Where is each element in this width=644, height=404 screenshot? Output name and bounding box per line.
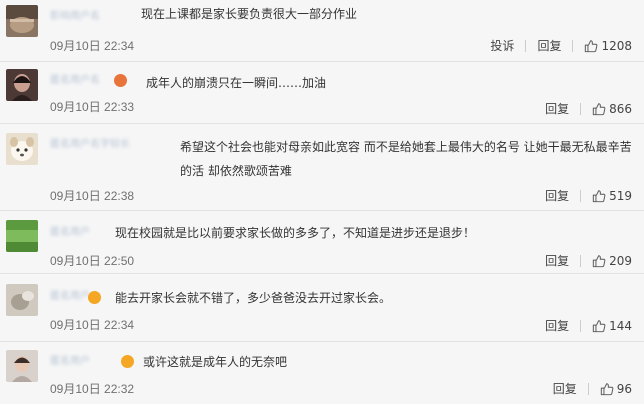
thumbs-up-icon [600, 382, 614, 395]
comment-actions: 回复 209 [545, 252, 632, 269]
thumbs-up-icon [592, 189, 606, 202]
timestamp: 09月10日 22:50 [50, 254, 135, 268]
reply-button[interactable]: 回复 [545, 100, 569, 117]
comment-item: 匿名用户 现在校园就是比以前要求家长做的多多了，不知道是进步还是退步！ 09月1… [0, 211, 644, 274]
username[interactable]: 匿名用户名 [50, 74, 100, 88]
like-count: 519 [609, 188, 632, 203]
like-button[interactable]: 144 [592, 319, 632, 333]
timestamp: 09月10日 22:38 [50, 189, 135, 203]
divider [587, 382, 589, 395]
comment-item: 匿名用户 能去开家长会就不错了，多少爸爸没去开过家长会。 09月10日 22:3… [0, 274, 644, 342]
comment-text: 现在上课都是家长要负责很大一部分作业 [141, 7, 358, 21]
username[interactable]: 匿名用户名字较长 [50, 138, 130, 152]
level-badge-icon [88, 291, 101, 304]
reply-button[interactable]: 回复 [545, 252, 569, 269]
avatar[interactable] [6, 5, 38, 37]
comment-actions: 回复 144 [545, 317, 632, 334]
comment-text: 能去开家长会就不错了，多少爸爸没去开过家长会。 [115, 291, 392, 305]
divider [580, 102, 582, 115]
avatar[interactable] [6, 350, 38, 382]
like-count: 209 [609, 253, 632, 268]
timestamp: 09月10日 22:34 [50, 39, 135, 53]
like-button[interactable]: 96 [600, 382, 632, 396]
like-count: 144 [609, 318, 632, 333]
like-count: 96 [616, 381, 632, 396]
reply-button[interactable]: 回复 [537, 37, 561, 54]
reply-button[interactable]: 回复 [545, 187, 569, 204]
timestamp: 09月10日 22:34 [50, 318, 135, 332]
level-badge-icon [114, 74, 127, 87]
comment-text: 希望这个社会也能对母亲如此宽容 而不是给她套上最伟大的名号 让她干最无私最辛苦的… [180, 140, 632, 178]
thumbs-up-icon [592, 319, 606, 332]
timestamp: 09月10日 22:33 [50, 100, 135, 114]
avatar[interactable] [6, 133, 38, 165]
thumbs-up-icon [585, 39, 598, 52]
thumbs-up-icon [592, 102, 606, 115]
comment-item: 匿名用户 或许这就是成年人的无奈吧 09月10日 22:32 回复 96 [0, 342, 644, 404]
username[interactable]: 匿名用户 [50, 290, 90, 304]
avatar[interactable] [6, 284, 38, 316]
divider [580, 254, 582, 267]
comment-item: 影响用户名 现在上课都是家长要负责很大一部分作业 09月10日 22:34 投诉… [0, 0, 644, 62]
like-count: 1208 [601, 38, 632, 53]
timestamp: 09月10日 22:32 [50, 382, 135, 396]
comment-item: 匿名用户名字较长 希望这个社会也能对母亲如此宽容 而不是给她套上最伟大的名号 让… [0, 124, 644, 211]
avatar[interactable] [6, 220, 38, 252]
divider [572, 39, 574, 52]
like-button[interactable]: 519 [592, 189, 632, 203]
comment-text: 现在校园就是比以前要求家长做的多多了，不知道是进步还是退步！ [115, 226, 476, 240]
comment-list: 影响用户名 现在上课都是家长要负责很大一部分作业 09月10日 22:34 投诉… [0, 0, 644, 404]
divider [525, 39, 527, 52]
comment-text: 成年人的崩溃只在一瞬间……加油 [146, 76, 327, 90]
comment-text: 或许这就是成年人的无奈吧 [143, 355, 288, 369]
thumbs-up-icon [592, 254, 606, 267]
divider [580, 319, 582, 332]
comment-item: 匿名用户名 成年人的崩溃只在一瞬间……加油 09月10日 22:33 回复 86… [0, 62, 644, 124]
comment-actions: 投诉 回复 1208 [490, 37, 632, 54]
username[interactable]: 影响用户名 [50, 10, 100, 24]
like-count: 866 [609, 101, 632, 116]
level-badge-icon [121, 355, 134, 368]
divider [580, 189, 582, 202]
comment-actions: 回复 519 [545, 187, 632, 204]
reply-button[interactable]: 回复 [545, 317, 569, 334]
username[interactable]: 匿名用户 [50, 355, 90, 369]
avatar[interactable] [6, 69, 38, 101]
like-button[interactable]: 209 [592, 254, 632, 268]
report-button[interactable]: 投诉 [490, 37, 514, 54]
comment-actions: 回复 866 [545, 100, 632, 117]
reply-button[interactable]: 回复 [553, 380, 577, 397]
like-button[interactable]: 1208 [584, 39, 632, 53]
like-button[interactable]: 866 [592, 102, 632, 116]
username[interactable]: 匿名用户 [50, 226, 90, 240]
comment-actions: 回复 96 [553, 380, 632, 397]
